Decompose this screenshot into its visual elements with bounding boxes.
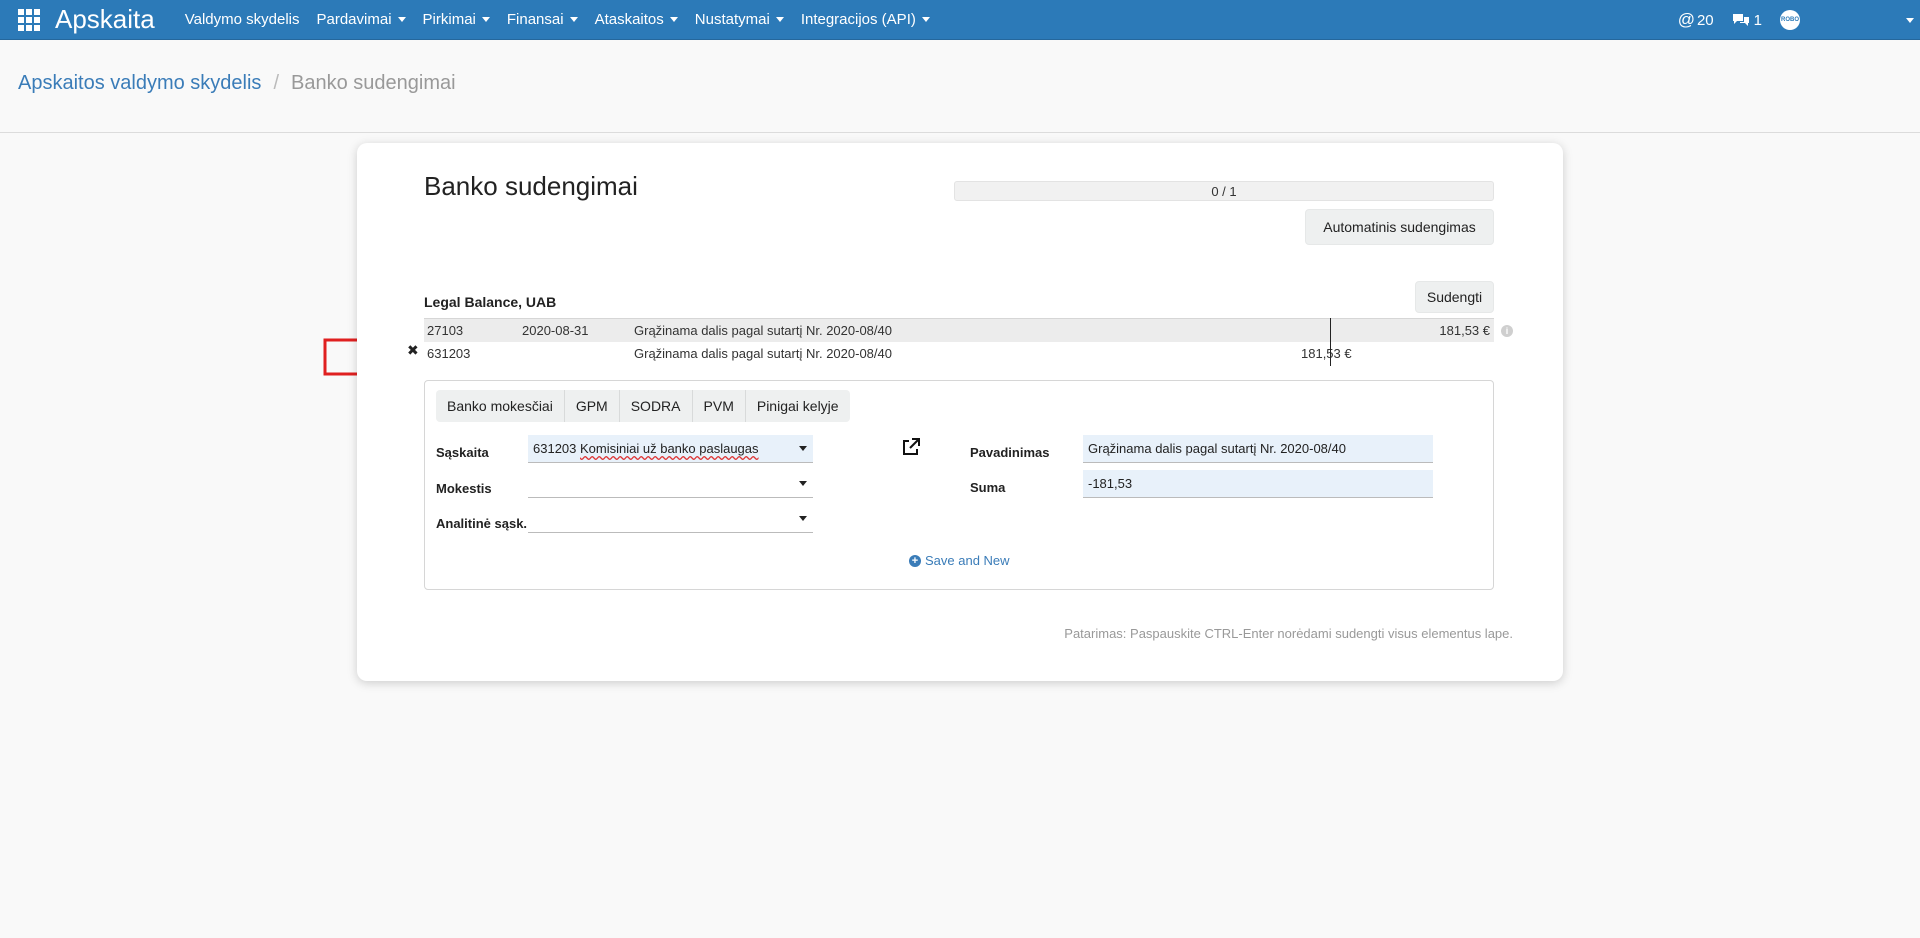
sum-input[interactable] xyxy=(1083,470,1433,498)
matching-entry-row[interactable]: 631203 Grąžinama dalis pagal sutartį Nr.… xyxy=(424,342,1494,366)
menu-item-settings[interactable]: Nustatymai xyxy=(695,11,784,28)
menu-item-dashboard[interactable]: Valdymo skydelis xyxy=(185,11,300,28)
account-code: 631203 xyxy=(533,441,577,456)
dropdown-arrow-icon xyxy=(799,446,807,451)
save-and-new-link[interactable]: + Save and New xyxy=(909,553,1010,568)
row-description: Grąžinama dalis pagal sutartį Nr. 2020-0… xyxy=(634,323,892,338)
company-name: Legal Balance, UAB xyxy=(424,294,557,310)
menu-item-integrations[interactable]: Integracijos (API) xyxy=(801,11,930,28)
breadcrumb-dashboard-link[interactable]: Apskaitos valdymo skydelis xyxy=(18,72,261,95)
at-icon: @ xyxy=(1677,10,1695,29)
menu-item-purchases[interactable]: Pirkimai xyxy=(423,11,490,28)
menu-item-label: Pardavimai xyxy=(316,11,392,28)
apps-grid-icon[interactable] xyxy=(17,8,41,32)
bank-matching-card: Banko sudengimai 0 / 1 Automatinis suden… xyxy=(357,143,1563,681)
navbar-right: @20 1 ROBO xyxy=(1678,0,1920,40)
user-menu-caret-icon[interactable] xyxy=(1906,18,1914,23)
caret-down-icon xyxy=(397,17,406,22)
menu-item-label: Pirkimai xyxy=(422,11,476,28)
row-credit: 181,53 € xyxy=(1439,323,1490,338)
analytic-account-label: Analitinė sąsk. xyxy=(436,516,528,531)
keyboard-hint: Patarimas: Paspauskite CTRL-Enter norėda… xyxy=(1064,626,1513,641)
menu-item-label: Nustatymai xyxy=(694,11,770,28)
plus-circle-icon: + xyxy=(909,554,921,567)
dropdown-arrow-icon xyxy=(799,481,807,486)
user-avatar[interactable]: ROBO xyxy=(1780,10,1800,30)
breadcrumb-bar: Apskaitos valdymo skydelis / Banko suden… xyxy=(0,40,1920,133)
analytic-account-select[interactable] xyxy=(528,505,813,533)
progress-bar: 0 / 1 xyxy=(954,181,1494,201)
menu-item-finance[interactable]: Finansai xyxy=(507,11,578,28)
tab-sodra[interactable]: SODRA xyxy=(619,390,693,422)
remove-entry-icon[interactable]: ✖ xyxy=(407,342,419,359)
main-menu: Valdymo skydelis Pardavimai Pirkimai Fin… xyxy=(185,11,947,28)
entry-type-tabs: Banko mokesčiai GPM SODRA PVM Pinigai ke… xyxy=(436,390,850,422)
account-name: Komisiniai už banko paslaugas xyxy=(580,441,759,456)
column-divider xyxy=(1330,318,1331,366)
row-code: 27103 xyxy=(427,323,464,338)
save-and-new-label: Save and New xyxy=(925,553,1010,568)
account-select[interactable]: 631203 Komisiniai už banko paslaugas xyxy=(528,435,813,463)
external-link-icon[interactable] xyxy=(901,437,921,457)
tab-gpm[interactable]: GPM xyxy=(564,390,620,422)
mentions-count: 20 xyxy=(1696,11,1714,29)
breadcrumb: Apskaitos valdymo skydelis / Banko suden… xyxy=(18,72,456,95)
menu-item-sales[interactable]: Pardavimai xyxy=(317,11,406,28)
progress-text: 0 / 1 xyxy=(1211,183,1237,199)
breadcrumb-separator: / xyxy=(273,72,279,94)
dropdown-arrow-icon xyxy=(799,516,807,521)
row-debit: 181,53 € xyxy=(1301,346,1352,361)
caret-down-icon xyxy=(921,17,930,22)
info-icon[interactable]: i xyxy=(1501,325,1513,337)
menu-item-reports[interactable]: Ataskaitos xyxy=(595,11,678,28)
row-date: 2020-08-31 xyxy=(522,323,589,338)
bank-transaction-row[interactable]: 27103 2020-08-31 Grąžinama dalis pagal s… xyxy=(424,318,1494,342)
caret-down-icon xyxy=(669,17,678,22)
mentions-badge[interactable]: @20 xyxy=(1678,10,1714,30)
sum-label: Suma xyxy=(970,480,1006,495)
tab-bank-fees[interactable]: Banko mokesčiai xyxy=(436,390,565,422)
menu-item-label: Ataskaitos xyxy=(594,11,664,28)
match-button[interactable]: Sudengti xyxy=(1415,281,1494,313)
brand-logo[interactable]: Apskaita xyxy=(55,4,155,35)
caret-down-icon xyxy=(775,17,784,22)
caret-down-icon xyxy=(569,17,578,22)
menu-item-label: Integracijos (API) xyxy=(800,11,916,28)
automatic-matching-button[interactable]: Automatinis sudengimas xyxy=(1305,209,1494,245)
account-label: Sąskaita xyxy=(436,445,489,460)
breadcrumb-current: Banko sudengimai xyxy=(291,72,456,94)
top-navbar: Apskaita Valdymo skydelis Pardavimai Pir… xyxy=(0,0,1920,40)
page-title: Banko sudengimai xyxy=(424,171,638,201)
menu-item-label: Finansai xyxy=(506,11,564,28)
tab-money-in-transit[interactable]: Pinigai kelyje xyxy=(745,390,850,422)
menu-item-label: Valdymo skydelis xyxy=(184,11,300,28)
tax-select[interactable] xyxy=(528,470,813,498)
name-label: Pavadinimas xyxy=(970,445,1050,460)
row-code: 631203 xyxy=(427,346,471,361)
caret-down-icon xyxy=(481,17,490,22)
chat-bubbles-icon xyxy=(1732,14,1749,26)
tab-pvm[interactable]: PVM xyxy=(692,390,746,422)
messages-count: 1 xyxy=(1753,11,1762,29)
name-input[interactable] xyxy=(1083,435,1433,463)
tax-label: Mokestis xyxy=(436,481,492,496)
entry-form-panel: Banko mokesčiai GPM SODRA PVM Pinigai ke… xyxy=(424,380,1494,590)
messages-badge[interactable]: 1 xyxy=(1732,12,1762,29)
row-description: Grąžinama dalis pagal sutartį Nr. 2020-0… xyxy=(634,346,892,361)
